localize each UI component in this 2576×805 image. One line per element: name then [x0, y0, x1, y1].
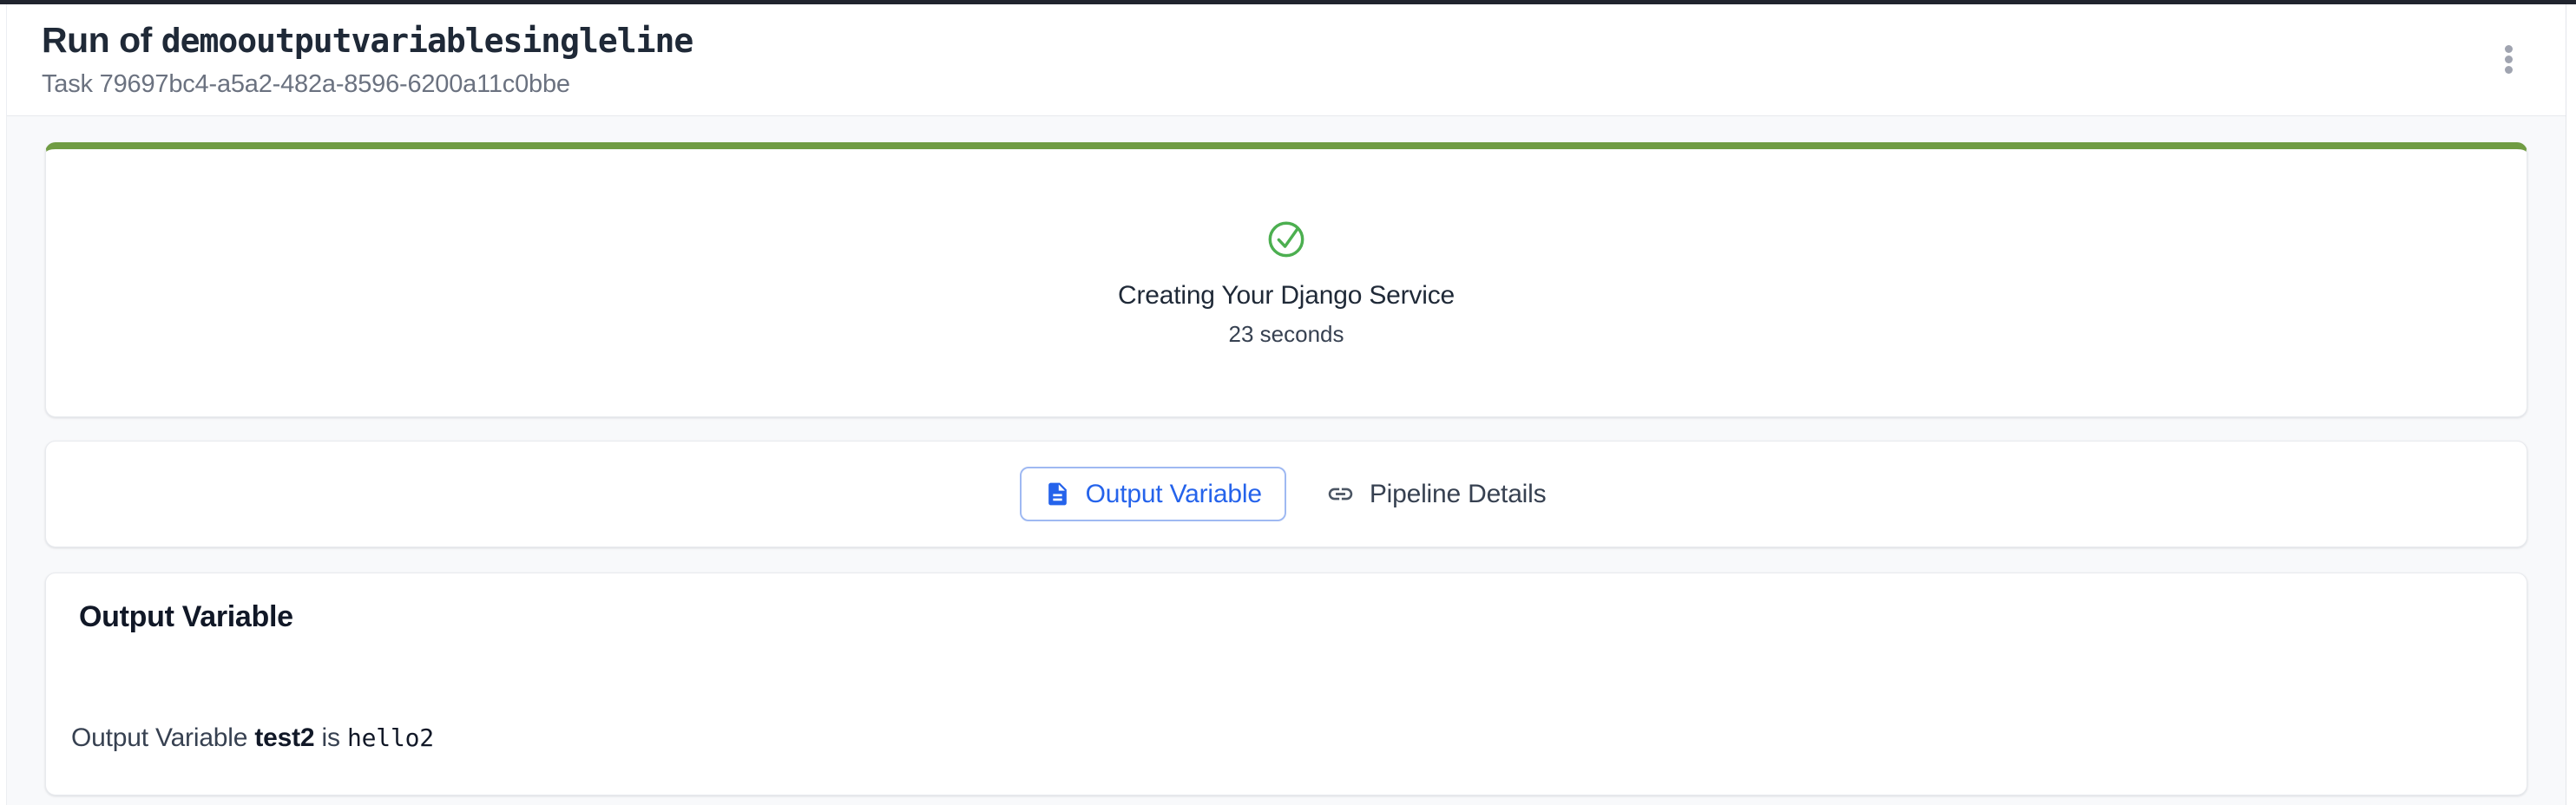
tab-output-variable[interactable]: Output Variable	[1020, 467, 1286, 521]
status-title: Creating Your Django Service	[1118, 281, 1455, 311]
status-duration: 23 seconds	[1229, 321, 1344, 348]
output-line-middle: is	[314, 723, 347, 752]
run-page: Run of demooutputvariablesingleline Task…	[6, 0, 2566, 805]
output-variable-line: Output Variable test2 is hello2	[71, 722, 2494, 755]
check-circle-icon	[1266, 219, 1306, 259]
page-title-prefix: Run of	[42, 20, 161, 60]
page-title-run-name: demooutputvariablesingleline	[161, 22, 693, 60]
output-variable-value: hello2	[347, 723, 434, 752]
run-header: Run of demooutputvariablesingleline Task…	[7, 0, 2566, 116]
output-variable-card: Output Variable Output Variable test2 is…	[45, 573, 2527, 795]
link-icon	[1326, 480, 1355, 508]
document-icon	[1044, 481, 1071, 507]
tab-output-variable-label: Output Variable	[1086, 480, 1262, 509]
tabs-bar: Output Variable Pipeline Details	[45, 441, 2527, 547]
output-card-heading: Output Variable	[79, 599, 2494, 635]
tab-pipeline-details-label: Pipeline Details	[1370, 480, 1547, 509]
task-id-subtitle: Task 79697bc4-a5a2-482a-8596-6200a11c0bb…	[42, 69, 2566, 99]
top-window-bar	[0, 0, 2576, 4]
kebab-menu-icon[interactable]	[2487, 38, 2529, 80]
page-title: Run of demooutputvariablesingleline	[42, 19, 2566, 62]
output-variable-name: test2	[254, 723, 314, 752]
status-card: Creating Your Django Service 23 seconds	[45, 142, 2527, 417]
run-content: Creating Your Django Service 23 seconds …	[7, 142, 2566, 795]
output-line-prefix: Output Variable	[71, 723, 254, 752]
tab-pipeline-details[interactable]: Pipeline Details	[1319, 467, 1554, 521]
